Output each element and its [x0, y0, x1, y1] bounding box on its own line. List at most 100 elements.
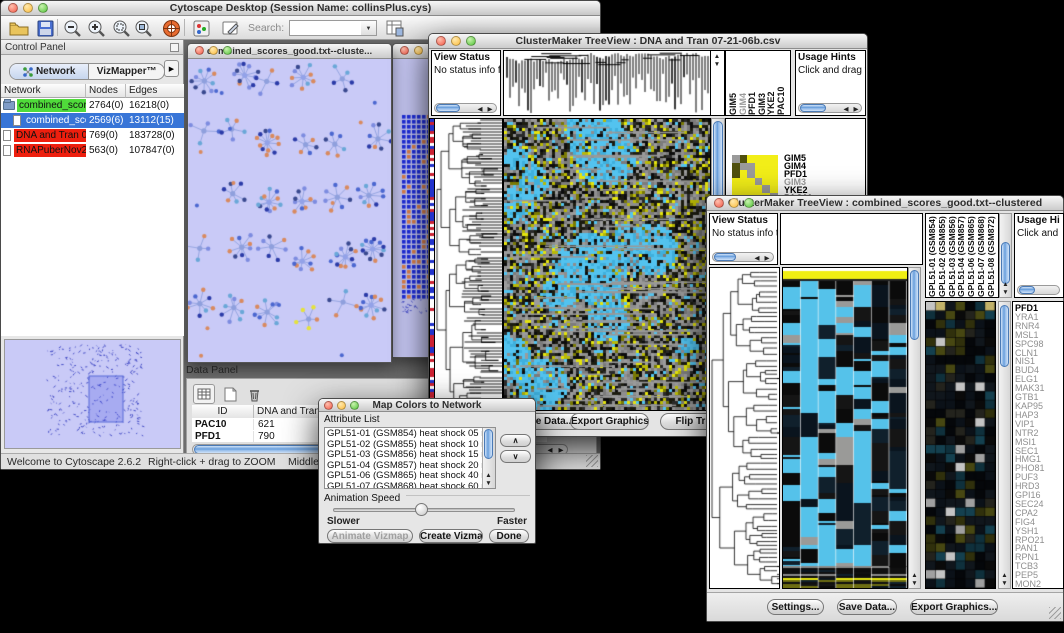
tv1-titlebar[interactable]: ClusterMaker TreeView : DNA and Tran 07-…: [429, 34, 867, 49]
matrix-cell[interactable]: [762, 155, 770, 163]
done-button[interactable]: Done: [489, 529, 529, 543]
search-dropdown-icon[interactable]: ▼: [361, 20, 377, 36]
tv2-summary-heatmap[interactable]: [925, 301, 996, 589]
matrix-cell[interactable]: [755, 185, 763, 193]
attribute-item[interactable]: GPL51-03 (GSM856) heat shock 15 min: [325, 450, 482, 461]
network-row[interactable]: combined_scores2764(0)16218(0): [1, 98, 184, 113]
attribute-list-vscrollbar[interactable]: ▲ ▼: [482, 428, 495, 488]
scroll-left-icon[interactable]: ◀: [475, 106, 485, 113]
attribute-item[interactable]: GPL51-07 (GSM868) heat shock 60 min: [325, 482, 482, 490]
scrollbar-thumb[interactable]: [714, 253, 736, 261]
matrix-cell[interactable]: [732, 185, 740, 193]
attribute-item[interactable]: GPL51-01 (GSM854) heat shock 05 min: [325, 429, 482, 440]
zoom-button[interactable]: [350, 401, 359, 410]
matrix-cell[interactable]: [747, 178, 755, 186]
tab-overflow-button[interactable]: ▶: [164, 60, 179, 77]
tv2-status-hscrollbar[interactable]: ◀ ▶: [712, 252, 774, 262]
tv2-row-dendrogram[interactable]: [709, 267, 780, 589]
close-button[interactable]: [714, 198, 724, 208]
scroll-left-icon[interactable]: ◀: [752, 255, 762, 262]
scroll-down-icon[interactable]: ▼: [1000, 580, 1010, 587]
tab-network[interactable]: Network: [10, 64, 89, 79]
resize-grip[interactable]: [1049, 607, 1061, 619]
minimize-button[interactable]: [451, 36, 461, 46]
main-titlebar[interactable]: Cytoscape Desktop (Session Name: collins…: [1, 1, 600, 16]
dialog-titlebar[interactable]: Map Colors to Network: [319, 399, 535, 412]
scroll-down-icon[interactable]: ▼: [484, 480, 494, 487]
col-header-edges[interactable]: Edges: [126, 84, 184, 98]
move-down-button[interactable]: ∨: [500, 450, 531, 463]
animate-vizmap-button[interactable]: Animate Vizmap: [327, 529, 413, 543]
open-file-button[interactable]: [7, 17, 31, 39]
tv2-collabel-vscrollbar[interactable]: ▲ ▼: [999, 213, 1012, 298]
matrix-cell[interactable]: [755, 178, 763, 186]
network-view-1-titlebar[interactable]: combined_scores_good.txt--cluste...: [188, 44, 391, 59]
attribute-item[interactable]: GPL51-06 (GSM865) heat shock 40 min: [325, 471, 482, 482]
matrix-cell[interactable]: [755, 163, 763, 171]
minimize-button[interactable]: [729, 198, 739, 208]
matrix-cell[interactable]: [770, 178, 778, 186]
matrix-cell[interactable]: [747, 170, 755, 178]
scroll-down-icon[interactable]: ▼: [910, 580, 920, 587]
zoom-fit-icon[interactable]: [132, 17, 156, 39]
create-vizmap-button[interactable]: Create Vizmap: [419, 529, 483, 543]
scrollbar-thumb[interactable]: [1001, 242, 1010, 284]
save-button[interactable]: [33, 17, 57, 39]
matrix-cell[interactable]: [755, 155, 763, 163]
network-view-1-canvas[interactable]: [188, 59, 391, 362]
zoom-out-icon[interactable]: [61, 17, 85, 39]
tv1-dendro-scroll-strip[interactable]: ▲ ▼: [711, 50, 725, 116]
tv2-column-dendrogram[interactable]: [780, 213, 923, 265]
tv2-heatmap[interactable]: [782, 267, 908, 589]
scroll-up-icon[interactable]: ▲: [712, 53, 722, 60]
export-graphics-button[interactable]: Export Graphics...: [910, 599, 998, 615]
tv2-gene-vscrollbar[interactable]: ▲ ▼: [998, 301, 1011, 589]
delete-attribute-icon[interactable]: [243, 384, 265, 404]
minimize-button[interactable]: [414, 46, 423, 55]
tv2-titlebar[interactable]: ClusterMaker TreeView : combined_scores_…: [707, 196, 1063, 211]
scrollbar-thumb[interactable]: [910, 270, 919, 340]
network-row[interactable]: combined_sco2569(6)13112(15): [1, 113, 184, 128]
zoom-button[interactable]: [466, 36, 476, 46]
tv1-column-dendrogram[interactable]: [503, 50, 711, 116]
matrix-cell[interactable]: [770, 185, 778, 193]
tv2-hints-hscrollbar[interactable]: [1017, 285, 1060, 295]
matrix-cell[interactable]: [770, 163, 778, 171]
scroll-left-icon[interactable]: ◀: [841, 106, 851, 113]
col-header-nodes[interactable]: Nodes: [86, 84, 126, 98]
export-graphics-button[interactable]: Export Graphics...: [570, 413, 649, 430]
matrix-cell[interactable]: [747, 163, 755, 171]
network-overview-thumbnail[interactable]: [4, 339, 181, 449]
close-button[interactable]: [436, 36, 446, 46]
matrix-cell[interactable]: [770, 170, 778, 178]
matrix-cell[interactable]: [747, 155, 755, 163]
minimize-button[interactable]: [23, 3, 33, 13]
minimize-button[interactable]: [209, 46, 218, 55]
scroll-up-icon[interactable]: ▲: [484, 472, 494, 479]
zoom-button[interactable]: [223, 46, 232, 55]
tv1-heatmap[interactable]: [503, 118, 711, 411]
matrix-cell[interactable]: [740, 185, 748, 193]
scrollbar-thumb[interactable]: [1019, 286, 1035, 294]
scrollbar-thumb[interactable]: [800, 104, 826, 112]
zoom-in-icon[interactable]: [85, 17, 109, 39]
scroll-right-icon[interactable]: ▶: [851, 106, 861, 113]
scroll-up-icon[interactable]: ▲: [1000, 572, 1010, 579]
help-lifering-icon[interactable]: [159, 17, 183, 39]
matrix-cell[interactable]: [762, 185, 770, 193]
new-attribute-icon[interactable]: [219, 384, 241, 404]
plugin-manager-icon[interactable]: [189, 17, 213, 39]
matrix-cell[interactable]: [740, 170, 748, 178]
tv2-heatmap-vscrollbar[interactable]: ▲ ▼: [908, 267, 921, 589]
matrix-cell[interactable]: [732, 155, 740, 163]
close-button[interactable]: [195, 46, 204, 55]
matrix-cell[interactable]: [740, 163, 748, 171]
move-up-button[interactable]: ∧: [500, 434, 531, 447]
zoom-button[interactable]: [744, 198, 754, 208]
tv1-status-hscrollbar[interactable]: ◀ ▶: [434, 103, 497, 113]
slider-thumb[interactable]: [415, 503, 428, 516]
network-editor-icon[interactable]: [219, 17, 243, 39]
scrollbar-thumb[interactable]: [484, 429, 493, 459]
attribute-browser-icon[interactable]: [383, 17, 407, 39]
resize-grip[interactable]: [586, 455, 598, 467]
